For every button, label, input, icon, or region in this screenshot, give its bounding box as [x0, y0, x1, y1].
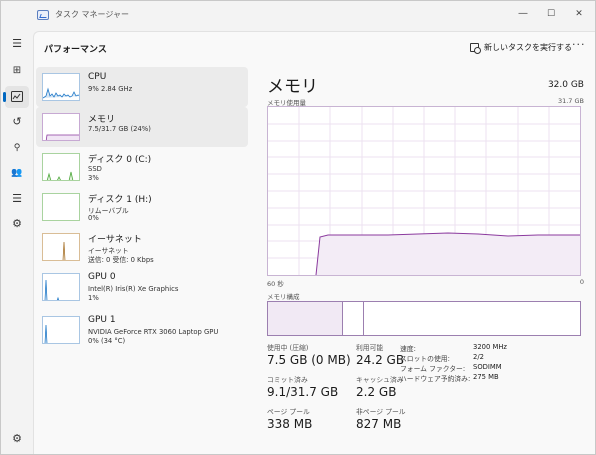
close-button[interactable]: ✕ — [565, 5, 593, 23]
disk-0-thumbnail-graph — [42, 153, 80, 181]
hardware-reserved-value: 275 MB — [473, 373, 499, 381]
hardware-reserved-label: ハードウェア予約済み: — [400, 375, 471, 383]
perf-item-name: ディスク 0 (C:) — [88, 155, 152, 165]
perf-item-detail: 9% 2.84 GHz — [88, 85, 133, 93]
maximize-button[interactable]: ☐ — [537, 5, 565, 23]
nav-users-icon[interactable]: 👥 — [5, 162, 29, 184]
committed-label: コミット済み — [267, 376, 308, 384]
committed-value: 9.1/31.7 GB — [267, 385, 339, 399]
navigation-rail: ☰ ⊞ ↺ ⚲ 👥 ☰ ⚙ ⚙ — [1, 31, 33, 454]
slots-label: スロットの使用: — [400, 355, 450, 363]
perf-item-memory[interactable]: メモリ 7.5/31.7 GB (24%) — [36, 107, 248, 147]
memory-composition-label: メモリ構成 — [267, 293, 300, 301]
perf-item-detail: 7.5/31.7 GB (24%) — [88, 125, 151, 133]
perf-item-detail: 0% (34 °C) — [88, 337, 126, 345]
form-factor-value: SODIMM — [473, 363, 502, 371]
memory-usage-max: 31.7 GB — [557, 97, 584, 105]
gpu-0-thumbnail-graph — [42, 273, 80, 301]
non-paged-pool-label: 非ページ プール — [356, 408, 406, 416]
memory-usage-area — [316, 233, 580, 275]
perf-item-name: メモリ — [88, 115, 116, 125]
cached-label: キャッシュ済み — [356, 376, 404, 384]
available-label: 利用可能 — [356, 344, 384, 352]
paged-pool-value: 338 MB — [267, 417, 313, 431]
performance-graph-icon — [11, 91, 23, 102]
memory-title: メモリ — [267, 77, 318, 97]
perf-item-disk-0[interactable]: ディスク 0 (C:) SSD 3% — [36, 147, 248, 187]
nav-processes-icon[interactable]: ⊞ — [5, 60, 29, 82]
hamburger-menu-icon[interactable]: ☰ — [5, 33, 29, 55]
in-use-label: 使用中 (圧縮) — [267, 344, 309, 352]
nav-services-icon[interactable]: ⚙ — [5, 213, 29, 235]
main-content: パフォーマンス 新しいタスクを実行する ··· CPU 9% 2.84 GHz … — [33, 31, 595, 454]
task-manager-window: タスク マネージャー — ☐ ✕ ☰ ⊞ ↺ ⚲ 👥 ☰ ⚙ ⚙ パフォーマンス… — [0, 0, 596, 455]
perf-item-detail: NVIDIA GeForce RTX 3060 Laptop GPU — [88, 328, 219, 336]
performance-list: CPU 9% 2.84 GHz メモリ 7.5/31.7 GB (24%) ディ… — [36, 67, 248, 367]
nav-details-icon[interactable]: ☰ — [5, 188, 29, 210]
memory-total: 32.0 GB — [547, 80, 584, 90]
memory-usage-graph — [268, 107, 580, 276]
perf-item-name: イーサネット — [88, 235, 142, 245]
nav-performance-icon[interactable] — [3, 86, 29, 108]
in-use-value: 7.5 GB (0 MB) — [267, 353, 351, 367]
perf-item-name: ディスク 1 (H:) — [88, 195, 152, 205]
memory-detail-panel: メモリ 32.0 GB メモリ使用量 31.7 GB 60 秒 0 メモリ構成 … — [260, 72, 590, 452]
perf-item-ethernet[interactable]: イーサネット イーサネット 送信: 0 受信: 0 Kbps — [36, 227, 248, 267]
title-bar[interactable]: タスク マネージャー — ☐ ✕ — [1, 1, 595, 31]
perf-item-gpu-0[interactable]: GPU 0 Intel(R) Iris(R) Xe Graphics 1% — [36, 267, 248, 307]
perf-item-detail: 1% — [88, 294, 99, 302]
task-manager-app-icon — [37, 10, 49, 20]
slots-value: 2/2 — [473, 353, 484, 361]
speed-label: 速度: — [400, 345, 416, 353]
nav-startup-apps-icon[interactable]: ⚲ — [5, 137, 29, 159]
run-new-task-label: 新しいタスクを実行する — [484, 42, 572, 52]
paged-pool-label: ページ プール — [267, 408, 310, 416]
memory-composition-in-use[interactable] — [268, 302, 343, 335]
perf-item-name: GPU 0 — [88, 272, 116, 282]
nav-app-history-icon[interactable]: ↺ — [5, 111, 29, 133]
speed-value: 3200 MHz — [473, 343, 508, 351]
perf-item-cpu[interactable]: CPU 9% 2.84 GHz — [36, 67, 248, 107]
perf-item-detail: 3% — [88, 174, 99, 182]
perf-item-gpu-1[interactable]: GPU 1 NVIDIA GeForce RTX 3060 Laptop GPU… — [36, 310, 248, 350]
run-new-task-button[interactable]: 新しいタスクを実行する — [470, 39, 572, 55]
memory-composition-modified[interactable] — [343, 302, 364, 335]
nav-settings-icon[interactable]: ⚙ — [5, 428, 29, 450]
perf-item-detail: 送信: 0 受信: 0 Kbps — [88, 256, 154, 264]
disk-1-thumbnail-graph — [42, 193, 80, 221]
memory-usage-chart — [267, 106, 581, 276]
minimize-button[interactable]: — — [509, 5, 537, 23]
perf-item-detail: Intel(R) Iris(R) Xe Graphics — [88, 285, 179, 293]
perf-item-name: GPU 1 — [88, 315, 116, 325]
memory-thumbnail-graph — [42, 113, 80, 141]
memory-composition-bar[interactable] — [267, 301, 581, 336]
available-value: 24.2 GB — [356, 353, 405, 367]
ethernet-thumbnail-graph — [42, 233, 80, 261]
more-options-button[interactable]: ··· — [572, 38, 586, 51]
perf-item-name: CPU — [88, 72, 107, 82]
perf-item-detail: 0% — [88, 214, 99, 222]
run-task-icon — [470, 42, 481, 54]
cpu-thumbnail-graph — [42, 73, 80, 101]
non-paged-pool-value: 827 MB — [356, 417, 402, 431]
form-factor-label: フォーム ファクター: — [400, 365, 466, 373]
page-title: パフォーマンス — [44, 45, 107, 55]
chart-x-right-label: 0 — [579, 278, 584, 286]
app-title: タスク マネージャー — [55, 10, 129, 19]
perf-item-detail: SSD — [88, 165, 102, 173]
cached-value: 2.2 GB — [356, 385, 397, 399]
chart-x-left-label: 60 秒 — [267, 280, 284, 288]
perf-item-disk-1[interactable]: ディスク 1 (H:) リムーバブル 0% — [36, 187, 248, 227]
gpu-1-thumbnail-graph — [42, 316, 80, 344]
